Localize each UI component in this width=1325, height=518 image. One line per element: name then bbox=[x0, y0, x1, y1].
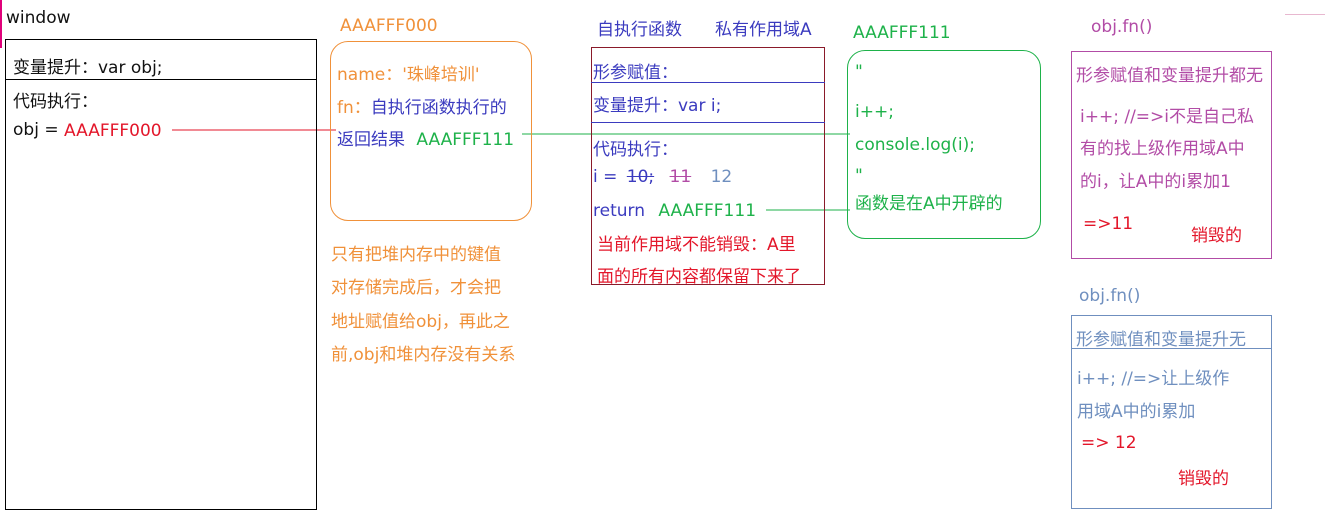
scope-i-v2: 11 bbox=[669, 167, 692, 187]
call-1-title: obj.fn() bbox=[1091, 17, 1153, 37]
heap-b-code-1: i++; bbox=[855, 102, 894, 122]
scope-param-line: 形参赋值： bbox=[593, 63, 678, 83]
call-1-header: 形参赋值和变量提升都无 bbox=[1076, 66, 1263, 86]
heap-a-fn-line: fn：自执行函数执行的 bbox=[337, 93, 507, 118]
heap-a-fn-key: fn： bbox=[337, 98, 371, 118]
heap-a-fn-value-address: AAAFFF111 bbox=[416, 130, 515, 150]
heap-a-note-1: 只有把堆内存中的键值 bbox=[331, 245, 501, 265]
call-1-line-3: 的i，让A中的i累加1 bbox=[1080, 172, 1231, 192]
call-1-line-2: 有的找上级作用域A中 bbox=[1080, 139, 1245, 159]
heap-a-fn-line-2: 返回结果 AAAFFF111 bbox=[337, 125, 514, 150]
scope-i-line: i = 10; 11 12 bbox=[593, 167, 732, 187]
heap-b-code-2: console.log(i); bbox=[855, 135, 975, 155]
heap-b-quote-1: " bbox=[855, 62, 863, 82]
heap-a-name-line: name：'珠峰培训' bbox=[337, 65, 480, 85]
call-1-line-1: i++; //=>i不是自己私 bbox=[1080, 107, 1255, 127]
scope-divider-2 bbox=[591, 122, 825, 123]
heap-b-address: AAAFFF111 bbox=[853, 23, 951, 43]
heap-a-fn-value-2: 返回结果 bbox=[337, 130, 405, 150]
scope-note-2: 面的所有内容都保留下来了 bbox=[597, 267, 801, 287]
scope-header-left: 自执行函数 bbox=[597, 20, 682, 40]
scope-return-value: AAAFFF111 bbox=[658, 201, 757, 221]
scope-i-v1: 10; bbox=[626, 167, 655, 187]
call-2-result: => 12 bbox=[1081, 433, 1137, 453]
heap-a-note-4: 前,obj和堆内存没有关系 bbox=[331, 345, 516, 365]
call-2-header: 形参赋值和变量提升无 bbox=[1076, 330, 1246, 350]
window-obj-label: obj = bbox=[13, 120, 59, 140]
call-1-result: =>11 bbox=[1083, 214, 1134, 234]
heap-a-note-3: 地址赋值给obj，再此之 bbox=[331, 312, 510, 332]
scope-hoist-line: 变量提升：var i; bbox=[593, 96, 722, 116]
window-exec-title: 代码执行： bbox=[13, 92, 98, 112]
heap-a-note-2: 对存储完成后，才会把 bbox=[331, 278, 501, 298]
scope-return-line: return AAAFFF111 bbox=[593, 201, 756, 221]
window-title: window bbox=[6, 8, 71, 28]
window-divider bbox=[5, 79, 317, 80]
call-2-line-1: i++; //=>让上级作 bbox=[1077, 369, 1230, 389]
heap-b-note: 函数是在A中开辟的 bbox=[855, 194, 1003, 214]
window-obj-value: AAAFFF000 bbox=[64, 121, 162, 141]
scope-note-1: 当前作用域不能销毁：A里 bbox=[597, 235, 796, 255]
heap-a-fn-value-1: 自执行函数执行的 bbox=[370, 98, 507, 118]
heap-a-address: AAAFFF000 bbox=[340, 16, 438, 36]
call-2-line-2: 用域A中的i累加 bbox=[1077, 402, 1196, 422]
scope-header-right: 私有作用域A bbox=[715, 20, 812, 40]
scope-i-prefix: i = bbox=[593, 167, 618, 187]
call-2-destroy: 销毁的 bbox=[1178, 469, 1229, 489]
scope-i-v3: 12 bbox=[710, 167, 733, 187]
scope-exec-title: 代码执行： bbox=[593, 140, 678, 160]
call-1-destroy: 销毁的 bbox=[1191, 226, 1242, 246]
call-2-title: obj.fn() bbox=[1079, 286, 1141, 306]
scope-return-label: return bbox=[593, 201, 645, 221]
heap-b-quote-2: " bbox=[855, 166, 863, 186]
window-hoist-line: 变量提升：var obj; bbox=[13, 58, 163, 78]
